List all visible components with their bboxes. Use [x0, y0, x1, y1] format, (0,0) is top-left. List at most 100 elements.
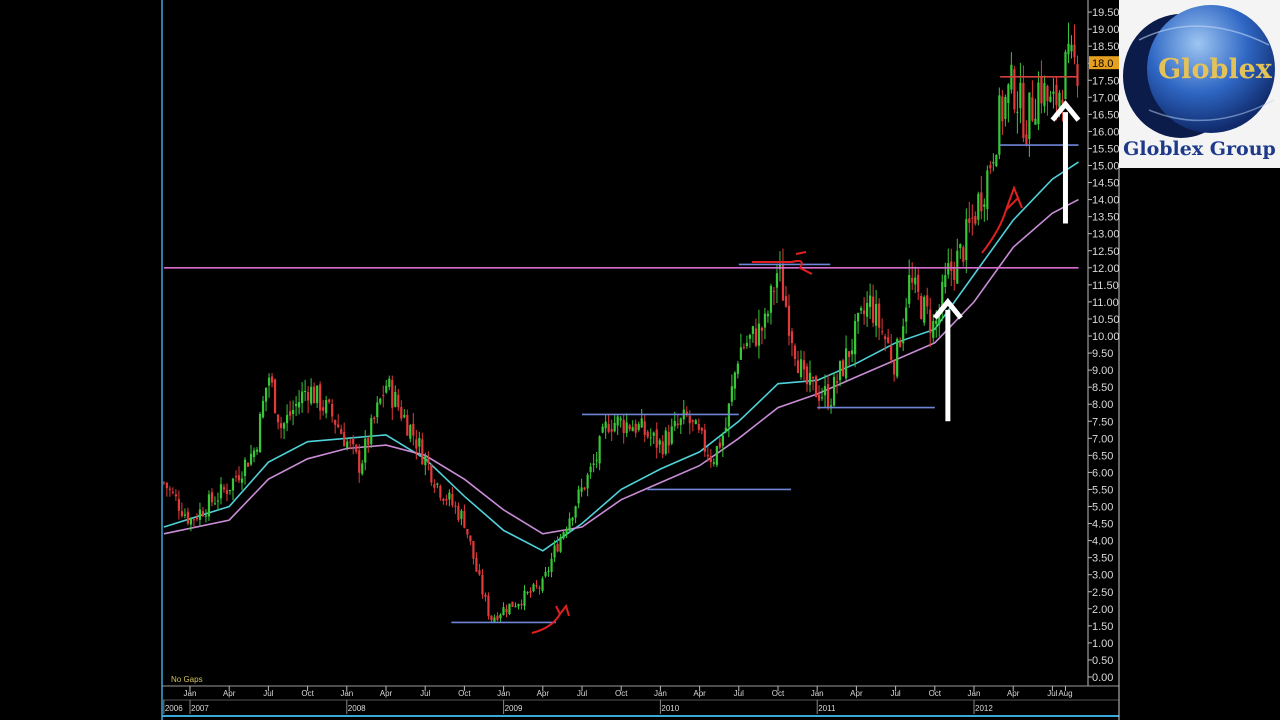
- candle-body: [568, 518, 571, 532]
- candle-body: [325, 400, 328, 414]
- candle-body: [923, 296, 926, 323]
- candle-body: [556, 543, 559, 552]
- candle-body: [237, 475, 241, 481]
- candle-body: [243, 459, 247, 476]
- candle-body: [328, 399, 331, 402]
- candle-body: [766, 313, 770, 317]
- y-tick-label: 5.50: [1092, 484, 1113, 496]
- candle-body: [195, 517, 199, 520]
- candle-body: [246, 462, 250, 467]
- y-tick-label: 0.00: [1092, 672, 1113, 684]
- x-tick-label: Apr: [1007, 689, 1020, 698]
- candle-body: [562, 531, 565, 539]
- candle-body: [613, 422, 616, 432]
- y-tick-label: 3.00: [1092, 570, 1113, 582]
- candle-body: [1001, 96, 1004, 122]
- x-tick-label: Jul: [890, 689, 900, 698]
- candle-body: [267, 377, 271, 386]
- x-tick-label: Jul: [263, 689, 273, 698]
- x-tick-label: Jan: [811, 689, 824, 698]
- candle-body: [505, 609, 508, 613]
- candle-body: [646, 431, 649, 437]
- candle-body: [751, 326, 755, 334]
- x-tick-label: Oct: [772, 689, 785, 698]
- candle-body: [400, 407, 403, 419]
- candle-body: [1007, 84, 1010, 104]
- candle-body: [1052, 91, 1055, 94]
- candle-body: [947, 263, 950, 275]
- candle-body: [379, 398, 382, 404]
- candle-body: [796, 360, 800, 373]
- candle-body: [625, 422, 628, 434]
- x-tick-label: Oct: [458, 689, 471, 698]
- candle-body: [204, 515, 208, 517]
- candle-body: [736, 363, 739, 374]
- candle-body: [817, 394, 821, 401]
- candle-body: [986, 170, 989, 210]
- globe-icon: Globlex: [1123, 5, 1275, 138]
- candle-body: [412, 423, 415, 436]
- x-tick-label: Jan: [654, 689, 667, 698]
- candle-body: [850, 350, 854, 355]
- x-tick-label: Jul: [1047, 689, 1057, 698]
- candle-body: [884, 336, 887, 340]
- y-tick-label: 2.00: [1092, 604, 1113, 616]
- candle-body: [373, 417, 376, 420]
- year-tick-label: 2006: [165, 704, 183, 713]
- candle-body: [953, 267, 956, 281]
- candle-body: [640, 418, 643, 428]
- candle-body: [270, 376, 274, 383]
- candle-body: [273, 379, 277, 413]
- candle-body: [688, 415, 691, 424]
- candle-body: [760, 327, 764, 331]
- x-tick-label: Oct: [615, 689, 628, 698]
- x-tick-label: Jul: [734, 689, 744, 698]
- candle-body: [878, 303, 881, 328]
- candle-body: [847, 351, 851, 358]
- candle-body: [301, 391, 304, 404]
- year-tick-label: 2009: [505, 704, 523, 713]
- candle-body: [171, 492, 174, 494]
- candle-body: [658, 440, 661, 445]
- y-tick-label: 9.50: [1092, 348, 1113, 360]
- candle-body: [304, 390, 307, 392]
- candle-body: [893, 361, 896, 375]
- candle-body: [313, 386, 316, 404]
- candle-body: [890, 345, 893, 360]
- y-tick-label: 2.50: [1092, 587, 1113, 599]
- candle-body: [439, 485, 442, 498]
- candle-body: [529, 590, 532, 593]
- globlex-logo: Globlex Globlex Group: [1119, 0, 1280, 168]
- candle-body: [168, 488, 171, 490]
- candle-body: [835, 381, 839, 383]
- candle-body: [739, 347, 742, 360]
- candle-body: [932, 320, 935, 338]
- candle-body: [264, 387, 268, 402]
- candle-body: [1031, 97, 1034, 121]
- candle-body: [180, 511, 183, 517]
- candle-body: [805, 366, 809, 385]
- candle-body: [355, 444, 358, 452]
- candle-body: [544, 572, 547, 577]
- candle-body: [448, 492, 451, 500]
- candle-body: [228, 489, 232, 492]
- candle-body: [989, 164, 992, 169]
- candle-body: [550, 558, 553, 572]
- candle-body: [192, 519, 196, 521]
- y-tick-label: 7.00: [1092, 433, 1113, 445]
- candle-body: [493, 617, 496, 622]
- candle-body: [595, 459, 598, 461]
- candle-body: [601, 426, 604, 433]
- candle-body: [406, 414, 409, 436]
- candle-body: [799, 359, 803, 378]
- y-tick-label: 11.00: [1092, 297, 1119, 309]
- candle-body: [1043, 83, 1046, 107]
- candle-body: [295, 403, 298, 406]
- candle-body: [331, 403, 334, 417]
- candle-body: [610, 429, 613, 432]
- candle-body: [652, 432, 655, 436]
- x-tick-label: Apr: [850, 689, 863, 698]
- x-tick-label: Jan: [340, 689, 353, 698]
- candle-body: [742, 346, 745, 348]
- candle-body: [968, 218, 971, 223]
